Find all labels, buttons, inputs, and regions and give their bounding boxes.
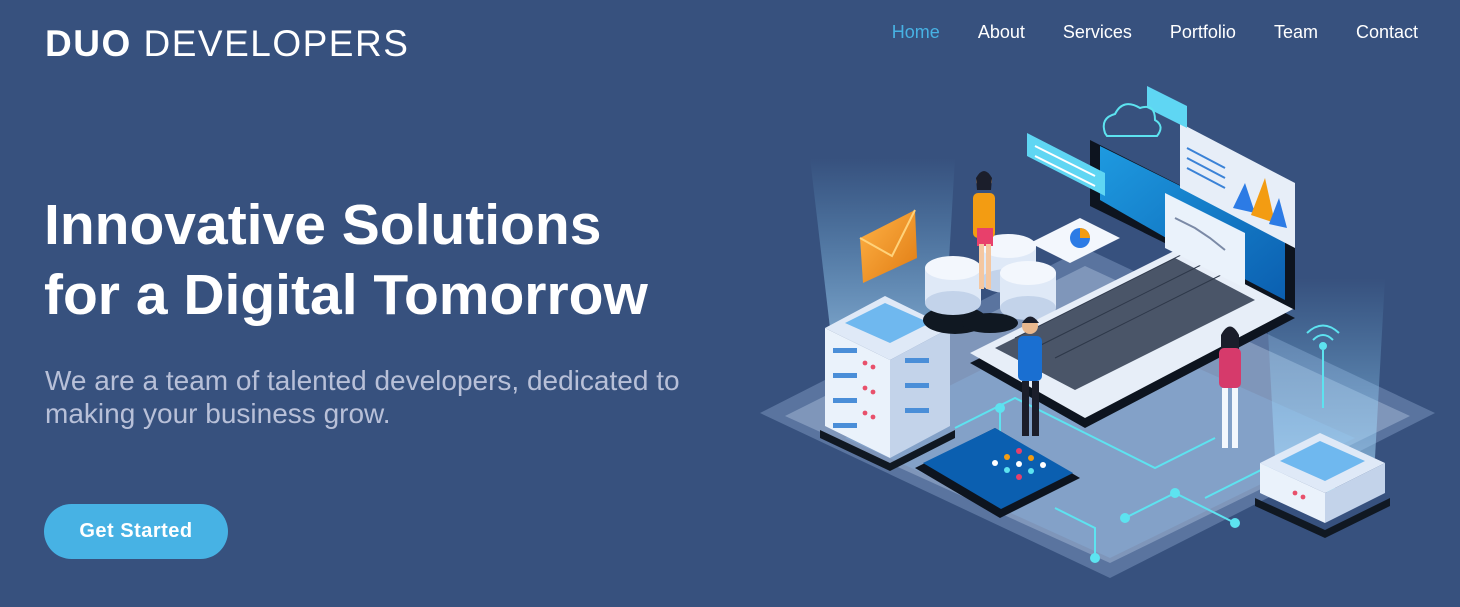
- logo-bold: DUO: [45, 23, 132, 64]
- get-started-button[interactable]: Get Started: [44, 504, 228, 559]
- hero-subtitle: We are a team of talented developers, de…: [45, 365, 680, 429]
- nav-team[interactable]: Team: [1274, 20, 1318, 44]
- nav-portfolio[interactable]: Portfolio: [1170, 20, 1236, 44]
- nav-about[interactable]: About: [978, 20, 1025, 44]
- nav-services[interactable]: Services: [1063, 20, 1132, 44]
- site-logo[interactable]: DUO DEVELOPERS: [45, 24, 409, 64]
- hero-title-line2: for a Digital Tomorrow: [44, 263, 648, 327]
- main-nav: Home About Services Portfolio Team Conta…: [854, 20, 1418, 44]
- logo-light: DEVELOPERS: [143, 23, 410, 64]
- nav-contact[interactable]: Contact: [1356, 20, 1418, 44]
- hero-illustration: [760, 86, 1435, 578]
- hero-title: Innovative Solutions for a Digital Tomor…: [44, 190, 764, 330]
- pie-chart-card: [1030, 218, 1120, 263]
- hero-title-line1: Innovative Solutions: [44, 193, 602, 257]
- nav-home[interactable]: Home: [892, 20, 940, 44]
